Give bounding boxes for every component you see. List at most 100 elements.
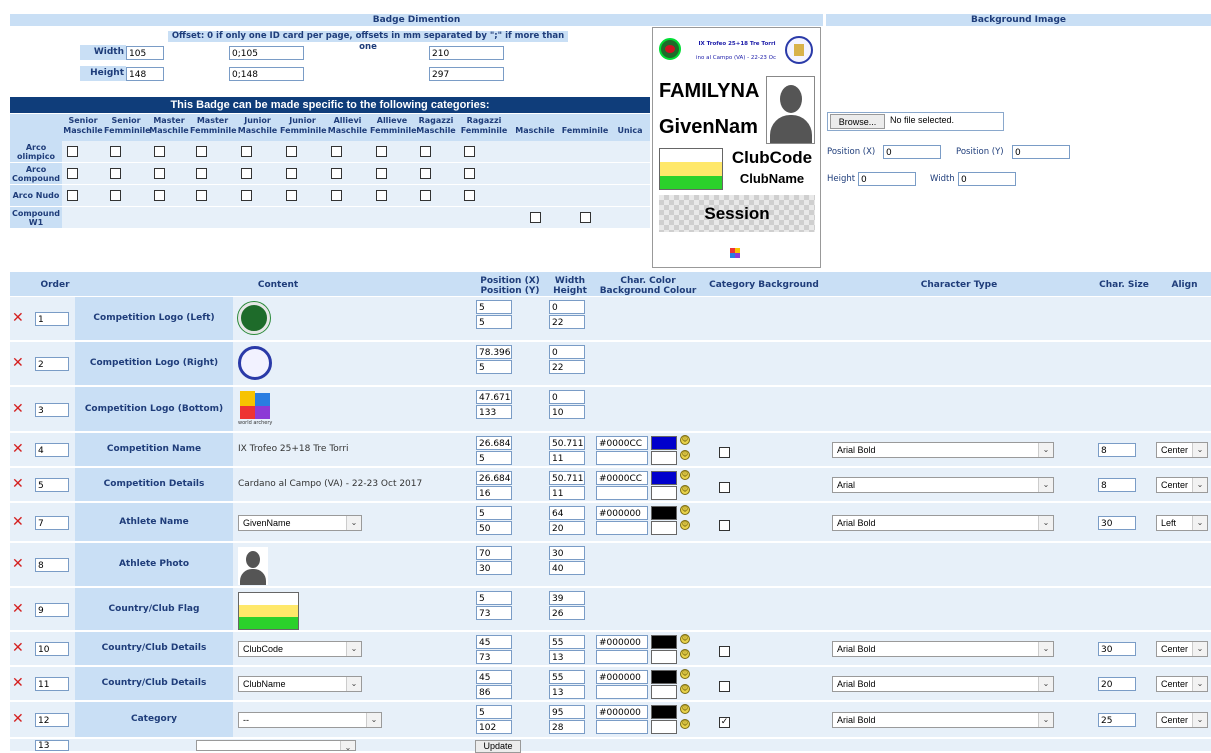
page-width-input[interactable]: 210 [429, 46, 504, 60]
category-checkbox[interactable] [154, 146, 165, 157]
color-picker-icon[interactable]: ☺ [680, 634, 690, 644]
color-picker-icon[interactable]: ☺ [680, 684, 690, 694]
category-checkbox[interactable] [420, 146, 431, 157]
bg-color-input[interactable] [596, 720, 648, 734]
delete-row-icon[interactable]: ✕ [12, 310, 24, 326]
category-background-checkbox[interactable] [719, 447, 730, 458]
category-background-checkbox[interactable] [719, 482, 730, 493]
file-picker[interactable]: Browse... No file selected. [827, 112, 1004, 131]
position-x-input[interactable]: 45 [476, 670, 512, 684]
category-checkbox[interactable] [110, 190, 121, 201]
position-y-input[interactable]: 86 [476, 685, 512, 699]
char-size-input[interactable]: 25 [1098, 713, 1136, 727]
position-x-input[interactable]: 5 [476, 300, 512, 314]
category-checkbox[interactable] [241, 190, 252, 201]
category-checkbox[interactable] [286, 168, 297, 179]
category-checkbox[interactable] [67, 168, 78, 179]
category-background-checkbox[interactable] [719, 519, 730, 531]
width-input[interactable]: 95 [549, 705, 585, 719]
width-input[interactable]: 30 [549, 546, 585, 560]
order-input[interactable]: 3 [35, 402, 69, 417]
bg-color-input[interactable] [596, 521, 648, 535]
category-checkbox[interactable] [110, 168, 121, 179]
character-type-select[interactable]: Arial Bold ⌄ [832, 641, 1054, 657]
order-input[interactable]: 12 [35, 713, 69, 727]
height-input[interactable]: 22 [549, 360, 585, 374]
order-input[interactable]: 8 [35, 558, 69, 572]
color-picker-icon[interactable]: ☺ [680, 649, 690, 659]
category-background-checkbox[interactable] [719, 646, 730, 657]
category-checkbox[interactable] [154, 190, 165, 201]
category-checkbox[interactable] [580, 212, 591, 223]
category-background-checkbox[interactable]: ✓ [719, 717, 730, 728]
delete-row-icon[interactable]: ✕ [12, 514, 24, 530]
position-x-input[interactable]: 5 [476, 591, 512, 605]
order-input[interactable]: 2 [35, 357, 69, 371]
position-y-input[interactable]: 73 [476, 606, 512, 620]
position-x-input[interactable]: 47.6713 [476, 390, 512, 404]
badge-width-input[interactable]: 105 [126, 46, 164, 60]
new-content-select[interactable]: ⌄ [196, 740, 356, 751]
align-select[interactable]: Center ⌄ [1156, 477, 1208, 493]
category-checkbox[interactable] [196, 168, 207, 179]
align-select[interactable]: Center ⌄ [1156, 641, 1208, 657]
category-checkbox[interactable] [67, 190, 78, 201]
position-y-input[interactable]: 5 [476, 360, 512, 374]
position-x-input[interactable]: 70 [476, 546, 512, 560]
category-checkbox[interactable] [464, 190, 475, 201]
delete-row-icon[interactable]: ✕ [12, 556, 24, 572]
bg-color-input[interactable] [596, 486, 648, 500]
bg-height-input[interactable]: 0 [858, 172, 916, 186]
category-checkbox[interactable] [331, 146, 342, 157]
category-checkbox[interactable] [154, 168, 165, 179]
category-checkbox[interactable] [331, 190, 342, 201]
delete-row-icon[interactable]: ✕ [12, 401, 24, 417]
height-input[interactable]: 22 [549, 315, 585, 329]
width-input[interactable]: 55 [549, 635, 585, 649]
char-size-input[interactable]: 8 [1098, 443, 1136, 457]
bg-posx-input[interactable]: 0 [883, 145, 941, 159]
content-select[interactable]: -- ⌄ [238, 712, 382, 728]
width-input[interactable]: 0 [549, 390, 585, 404]
width-offset-input[interactable]: 0;105 [229, 46, 304, 60]
character-type-select[interactable]: Arial Bold ⌄ [832, 442, 1054, 458]
order-input[interactable]: 9 [35, 602, 69, 617]
order-input[interactable]: 11 [35, 677, 69, 691]
color-picker-icon[interactable]: ☺ [680, 435, 690, 445]
character-type-select[interactable]: Arial ⌄ [832, 477, 1054, 493]
color-picker-icon[interactable]: ☺ [680, 719, 690, 729]
category-checkbox[interactable] [420, 190, 431, 201]
color-picker-icon[interactable]: ☺ [680, 704, 690, 714]
char-color-input[interactable]: #000000 [596, 506, 648, 520]
delete-row-icon[interactable]: ✕ [12, 675, 24, 691]
char-size-input[interactable]: 8 [1098, 478, 1136, 492]
width-input[interactable]: 0 [549, 345, 585, 359]
content-select[interactable]: GivenName ⌄ [238, 514, 362, 531]
width-input[interactable]: 39 [549, 591, 585, 605]
page-height-input[interactable]: 297 [429, 67, 504, 81]
align-select[interactable]: Center ⌄ [1156, 712, 1208, 728]
height-input[interactable]: 40 [549, 561, 585, 575]
color-picker-icon[interactable]: ☺ [680, 520, 690, 530]
color-picker-icon[interactable]: ☺ [680, 505, 690, 515]
character-type-select[interactable]: Arial Bold ⌄ [832, 514, 1054, 531]
height-input[interactable]: 28 [549, 720, 585, 734]
char-size-input[interactable]: 20 [1098, 677, 1136, 691]
width-input[interactable]: 64 [549, 506, 585, 520]
width-input[interactable]: 0 [549, 300, 585, 314]
category-checkbox[interactable] [67, 146, 78, 157]
category-checkbox[interactable] [376, 146, 387, 157]
bg-width-input[interactable]: 0 [958, 172, 1016, 186]
position-y-input[interactable]: 5 [476, 451, 512, 465]
position-y-input[interactable]: 50 [476, 521, 512, 535]
position-x-input[interactable]: 26.6847 [476, 471, 512, 485]
order-input[interactable]: 4 [35, 443, 69, 457]
category-checkbox[interactable] [110, 146, 121, 157]
category-checkbox[interactable] [376, 190, 387, 201]
width-input[interactable]: 50.7116 [549, 471, 585, 485]
category-checkbox[interactable] [196, 146, 207, 157]
position-y-input[interactable]: 133 [476, 405, 512, 419]
content-select[interactable]: ClubCode ⌄ [238, 641, 362, 657]
category-checkbox[interactable] [286, 190, 297, 201]
delete-row-icon[interactable]: ✕ [12, 441, 24, 457]
